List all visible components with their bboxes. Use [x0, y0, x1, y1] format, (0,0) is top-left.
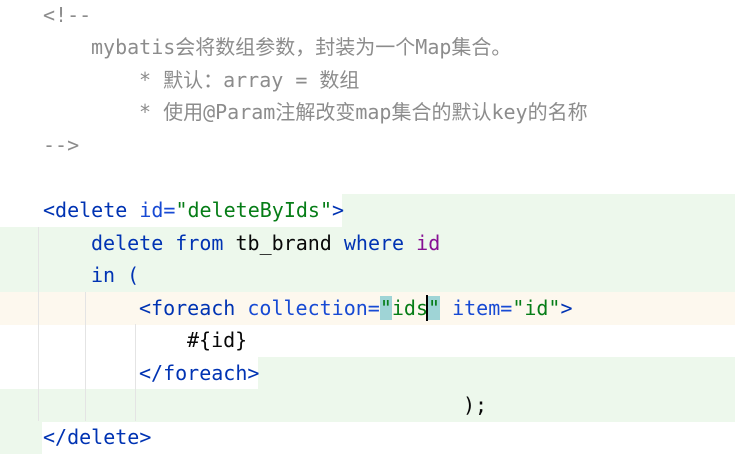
keyword: delete — [91, 231, 164, 255]
attr-value: "id" — [512, 296, 561, 320]
code-line-delete-open[interactable]: <delete id="deleteByIds"> — [43, 194, 344, 227]
comment-line: * 默认：array = 数组 — [139, 68, 360, 92]
table-name: tb_brand — [235, 231, 332, 255]
keyword: from — [175, 231, 224, 255]
code-line-placeholder[interactable]: #{id} — [187, 324, 247, 357]
indent-guide — [135, 324, 136, 421]
comment-close: --> — [43, 133, 80, 157]
changed-line-bg — [342, 194, 735, 227]
comment-open: <!-- — [43, 3, 92, 27]
code-line-paren[interactable]: ); — [463, 389, 487, 422]
changed-line-bg — [258, 357, 735, 390]
changed-line-bg — [0, 421, 42, 454]
quote-highlight: " — [379, 296, 392, 320]
code-line-delete-close[interactable]: </delete> — [43, 421, 151, 454]
keyword: where — [343, 231, 405, 255]
indent-guide — [85, 292, 86, 421]
code-line-foreach-close[interactable]: </foreach> — [139, 357, 259, 390]
code-line-foreach-open[interactable]: <foreach collection="ids" item="id"> — [139, 292, 573, 325]
tag: <delete — [43, 198, 128, 222]
tag: > — [560, 296, 573, 320]
attr: id= — [139, 198, 176, 222]
code-line-sql[interactable]: delete from tb_brand where id — [91, 227, 440, 260]
tag: > — [332, 198, 345, 222]
attr-value: ids — [391, 296, 428, 320]
attr-value: "deleteByIds" — [175, 198, 333, 222]
comment-line: mybatis会将数组参数，封装为一个Map集合。 — [91, 35, 512, 59]
text-cursor — [426, 295, 428, 321]
attr: item= — [452, 296, 513, 320]
attr: collection= — [247, 296, 380, 320]
tag: <foreach — [139, 296, 236, 320]
code-line-in[interactable]: in ( — [91, 259, 139, 292]
quote-highlight: " — [428, 296, 441, 320]
column: id — [416, 231, 441, 255]
changed-line-bg — [0, 389, 735, 422]
comment-line: * 使用@Param注解改变map集合的默认key的名称 — [139, 100, 588, 124]
indent-guide — [38, 227, 39, 421]
